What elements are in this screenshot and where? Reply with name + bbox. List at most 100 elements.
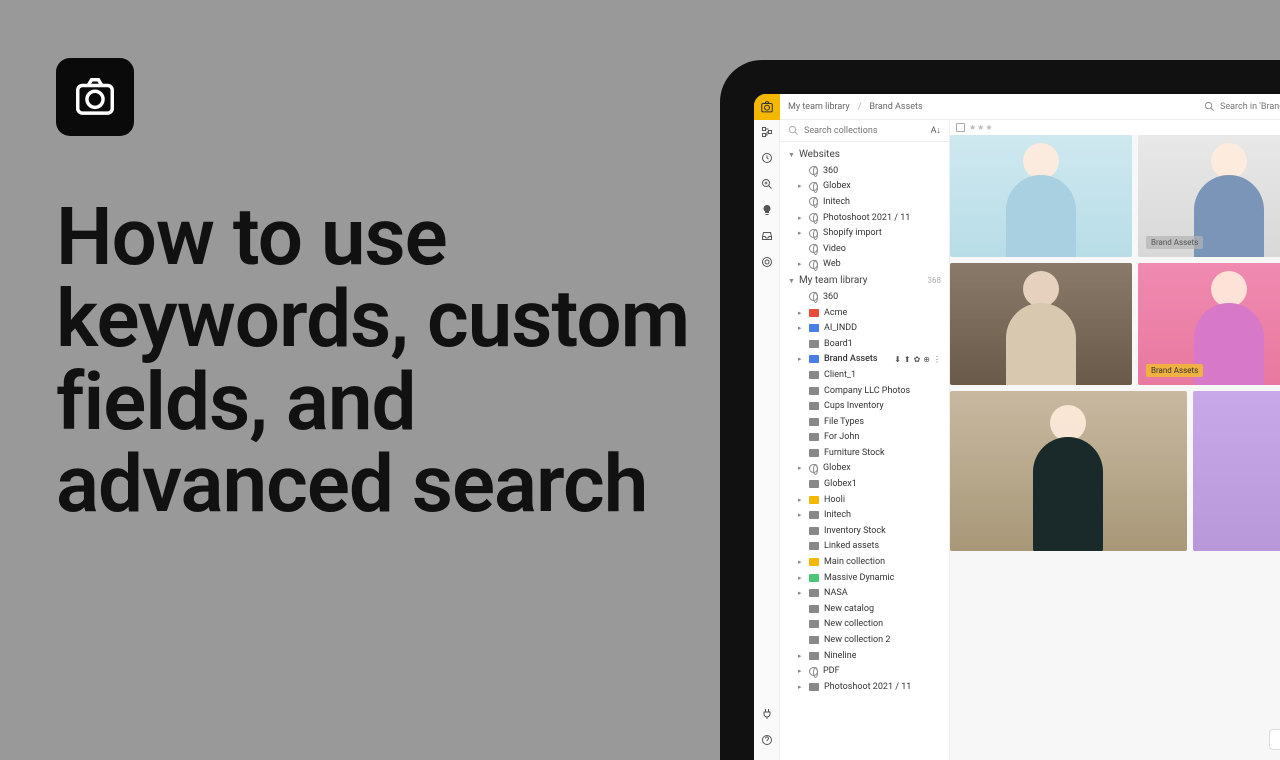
tree-item[interactable]: ▸Inventory Stock	[780, 523, 949, 539]
asset-card[interactable]	[950, 135, 1132, 257]
tree-item[interactable]: ▸Brand Assets⬇⬆✿⊕⋮	[780, 352, 949, 368]
globe-icon	[809, 182, 818, 191]
asset-tag: Brand Assets	[1146, 364, 1203, 377]
collection-tree: ▼Websites▸360▸Globex▸Initech▸Photoshoot …	[780, 142, 949, 699]
tree-item[interactable]: ▸For John	[780, 430, 949, 446]
top-search[interactable]	[1204, 101, 1280, 112]
tree-item[interactable]: ▸Hooli	[780, 492, 949, 508]
asset-card[interactable]: Brand Assets	[1138, 135, 1280, 257]
asset-card[interactable]	[950, 263, 1132, 385]
asset-card[interactable]	[950, 391, 1187, 551]
folder-icon	[809, 558, 819, 566]
upload-icon[interactable]: ⬆	[904, 355, 911, 364]
tree-item-label: 360	[823, 166, 838, 176]
tree-item-label: Board1	[824, 339, 853, 349]
folder-icon	[809, 480, 819, 488]
sort-icon[interactable]: A↓	[931, 125, 941, 136]
tree-item-label: Web	[823, 259, 841, 269]
globe-icon	[809, 260, 818, 269]
sidebar-search[interactable]: A↓	[780, 120, 949, 142]
tree-item[interactable]: ▸Initech	[780, 507, 949, 523]
tree-icon[interactable]	[761, 126, 773, 138]
tree-item[interactable]: ▸Photoshoot 2021 / 11	[780, 679, 949, 695]
tree-item[interactable]: ▸Furniture Stock	[780, 445, 949, 461]
tree-item[interactable]: ▸Photoshoot 2021 / 11	[780, 210, 949, 226]
topbar: My team library / Brand Assets	[754, 94, 1280, 120]
folder-icon	[809, 340, 819, 348]
sidebar-search-input[interactable]	[804, 126, 926, 136]
globe-icon	[809, 244, 818, 253]
tree-item[interactable]: ▸Massive Dynamic	[780, 570, 949, 586]
tree-item-label: Main collection	[824, 557, 885, 567]
tree-item[interactable]: ▸Initech	[780, 194, 949, 210]
app-logo-icon[interactable]	[754, 94, 780, 120]
tree-item-label: Initech	[824, 510, 851, 520]
settings-icon[interactable]: ✿	[914, 355, 921, 364]
tree-item-label: Acme	[824, 308, 847, 318]
app-logo-badge	[56, 58, 134, 136]
folder-icon	[809, 683, 819, 691]
asset-card[interactable]	[1193, 391, 1280, 551]
tree-item[interactable]: ▸File Types	[780, 414, 949, 430]
help-icon[interactable]	[761, 734, 773, 746]
tree-item-label: New catalog	[824, 604, 874, 614]
tree-item[interactable]: ▸Main collection	[780, 554, 949, 570]
folder-icon	[809, 433, 819, 441]
tree-item[interactable]: ▸Client_1	[780, 367, 949, 383]
tree-item[interactable]: ▸AI_INDD	[780, 320, 949, 336]
tree-item-label: Shopify import	[823, 228, 882, 238]
tree-item[interactable]: ▸Globex	[780, 461, 949, 477]
folder-icon	[809, 620, 819, 628]
tree-item-label: Massive Dynamic	[824, 573, 894, 583]
select-all-checkbox[interactable]	[956, 123, 965, 132]
tree-item[interactable]: ▸PDF	[780, 663, 949, 679]
tree-item[interactable]: ▸360	[780, 163, 949, 179]
breadcrumb-root[interactable]: My team library	[788, 102, 850, 112]
tree-item[interactable]: ▸Globex	[780, 179, 949, 195]
tree-item-label: Globex	[823, 463, 851, 473]
tree-item-label: Inventory Stock	[824, 526, 886, 536]
folder-icon	[809, 387, 819, 395]
tree-item[interactable]: ▸Nineline	[780, 648, 949, 664]
tree-item[interactable]: ▸New catalog	[780, 601, 949, 617]
top-search-input[interactable]	[1220, 102, 1280, 112]
tree-item[interactable]: ▸Company LLC Photos	[780, 383, 949, 399]
folder-icon	[809, 636, 819, 644]
tree-item-label: Globex	[823, 181, 851, 191]
clock-icon[interactable]	[761, 152, 773, 164]
section-label: My team library	[799, 275, 868, 286]
inbox-icon[interactable]	[761, 230, 773, 242]
tree-item-label: Photoshoot 2021 / 11	[823, 213, 910, 223]
tree-item-label: Company LLC Photos	[824, 386, 910, 396]
more-icon[interactable]: ⋮	[933, 355, 941, 364]
rating-filter[interactable]: ★★★	[969, 123, 993, 132]
bulb-icon[interactable]	[761, 204, 773, 216]
tree-item[interactable]: ▸Web	[780, 257, 949, 273]
globe-icon	[809, 166, 818, 175]
tree-item-label: Video	[823, 244, 846, 254]
tree-item[interactable]: ▸Shopify import	[780, 225, 949, 241]
tree-item[interactable]: ▸Board1	[780, 336, 949, 352]
tree-item[interactable]: ▸Cups Inventory	[780, 398, 949, 414]
left-rail	[754, 120, 780, 760]
plug-icon[interactable]	[761, 708, 773, 720]
tree-item[interactable]: ▸Globex1	[780, 476, 949, 492]
search-icon	[788, 125, 799, 136]
tree-item[interactable]: ▸NASA	[780, 585, 949, 601]
tree-item[interactable]: ▸New collection 2	[780, 632, 949, 648]
zoom-icon[interactable]	[761, 178, 773, 190]
asset-card[interactable]: Brand Assets	[1138, 263, 1280, 385]
tree-item[interactable]: ▸Acme	[780, 305, 949, 321]
tree-item[interactable]: ▸New collection	[780, 617, 949, 633]
tree-item-label: AI_INDD	[824, 323, 857, 333]
target-icon[interactable]	[761, 256, 773, 268]
breadcrumb-current[interactable]: Brand Assets	[869, 102, 922, 112]
download-icon[interactable]: ⬇	[894, 355, 901, 364]
tree-item[interactable]: ▸Linked assets	[780, 539, 949, 555]
folder-icon	[809, 527, 819, 535]
tree-item[interactable]: ▸360	[780, 289, 949, 305]
tree-item[interactable]: ▸Video	[780, 241, 949, 257]
tree-section-header[interactable]: ▼My team library368	[780, 272, 949, 289]
tree-section-header[interactable]: ▼Websites	[780, 146, 949, 163]
share-icon[interactable]: ⊕	[923, 355, 930, 364]
